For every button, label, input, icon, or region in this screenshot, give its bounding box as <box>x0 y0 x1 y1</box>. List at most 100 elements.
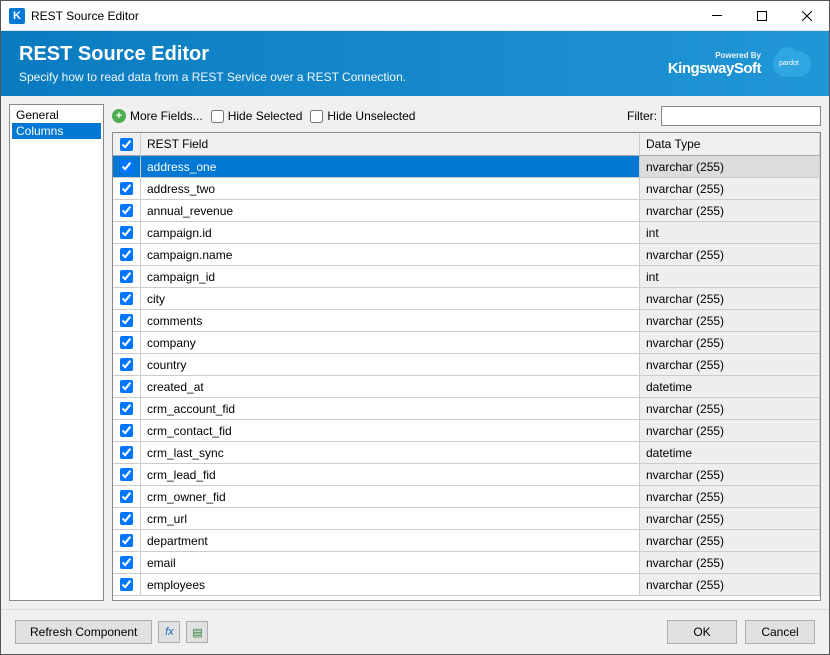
table-row[interactable]: departmentnvarchar (255) <box>113 530 820 552</box>
table-row[interactable]: crm_account_fidnvarchar (255) <box>113 398 820 420</box>
row-check-cell[interactable] <box>113 574 141 595</box>
row-check-cell[interactable] <box>113 376 141 397</box>
table-row[interactable]: address_twonvarchar (255) <box>113 178 820 200</box>
column-header-field[interactable]: REST Field <box>141 133 640 155</box>
row-checkbox[interactable] <box>120 380 133 393</box>
row-type-cell[interactable]: nvarchar (255) <box>640 156 820 177</box>
row-checkbox[interactable] <box>120 226 133 239</box>
row-type-cell[interactable]: nvarchar (255) <box>640 332 820 353</box>
row-field-cell[interactable]: address_two <box>141 178 640 199</box>
table-row[interactable]: crm_last_syncdatetime <box>113 442 820 464</box>
table-row[interactable]: annual_revenuenvarchar (255) <box>113 200 820 222</box>
hide-selected-input[interactable] <box>211 110 224 123</box>
documentation-button[interactable]: ▤ <box>186 621 208 643</box>
minimize-button[interactable] <box>694 1 739 31</box>
hide-selected-checkbox[interactable]: Hide Selected <box>211 109 303 123</box>
row-type-cell[interactable]: nvarchar (255) <box>640 200 820 221</box>
close-button[interactable] <box>784 1 829 31</box>
row-check-cell[interactable] <box>113 222 141 243</box>
row-checkbox[interactable] <box>120 160 133 173</box>
row-checkbox[interactable] <box>120 446 133 459</box>
table-row[interactable]: campaign.idint <box>113 222 820 244</box>
table-row[interactable]: companynvarchar (255) <box>113 332 820 354</box>
row-checkbox[interactable] <box>120 556 133 569</box>
row-check-cell[interactable] <box>113 420 141 441</box>
row-checkbox[interactable] <box>120 314 133 327</box>
row-field-cell[interactable]: crm_lead_fid <box>141 464 640 485</box>
row-checkbox[interactable] <box>120 424 133 437</box>
row-checkbox[interactable] <box>120 204 133 217</box>
row-check-cell[interactable] <box>113 354 141 375</box>
row-checkbox[interactable] <box>120 270 133 283</box>
row-type-cell[interactable]: nvarchar (255) <box>640 310 820 331</box>
row-checkbox[interactable] <box>120 534 133 547</box>
row-check-cell[interactable] <box>113 178 141 199</box>
table-row[interactable]: crm_contact_fidnvarchar (255) <box>113 420 820 442</box>
row-field-cell[interactable]: email <box>141 552 640 573</box>
row-type-cell[interactable]: nvarchar (255) <box>640 244 820 265</box>
select-all-checkbox[interactable] <box>120 138 133 151</box>
row-type-cell[interactable]: nvarchar (255) <box>640 354 820 375</box>
row-type-cell[interactable]: nvarchar (255) <box>640 420 820 441</box>
row-field-cell[interactable]: crm_url <box>141 508 640 529</box>
cancel-button[interactable]: Cancel <box>745 620 815 644</box>
row-checkbox[interactable] <box>120 490 133 503</box>
row-type-cell[interactable]: nvarchar (255) <box>640 552 820 573</box>
table-row[interactable]: emailnvarchar (255) <box>113 552 820 574</box>
sidebar-item-general[interactable]: General <box>12 107 101 123</box>
table-row[interactable]: crm_urlnvarchar (255) <box>113 508 820 530</box>
row-field-cell[interactable]: campaign.name <box>141 244 640 265</box>
row-check-cell[interactable] <box>113 310 141 331</box>
row-type-cell[interactable]: nvarchar (255) <box>640 464 820 485</box>
maximize-button[interactable] <box>739 1 784 31</box>
row-field-cell[interactable]: crm_owner_fid <box>141 486 640 507</box>
row-field-cell[interactable]: comments <box>141 310 640 331</box>
table-row[interactable]: campaign_idint <box>113 266 820 288</box>
table-row[interactable]: commentsnvarchar (255) <box>113 310 820 332</box>
row-check-cell[interactable] <box>113 464 141 485</box>
table-row[interactable]: address_onenvarchar (255) <box>113 156 820 178</box>
row-type-cell[interactable]: int <box>640 222 820 243</box>
column-header-type[interactable]: Data Type <box>640 133 820 155</box>
row-field-cell[interactable]: city <box>141 288 640 309</box>
row-checkbox[interactable] <box>120 358 133 371</box>
row-check-cell[interactable] <box>113 332 141 353</box>
table-row[interactable]: created_atdatetime <box>113 376 820 398</box>
table-row[interactable]: countrynvarchar (255) <box>113 354 820 376</box>
row-field-cell[interactable]: crm_last_sync <box>141 442 640 463</box>
row-type-cell[interactable]: nvarchar (255) <box>640 288 820 309</box>
row-checkbox[interactable] <box>120 512 133 525</box>
table-row[interactable]: crm_lead_fidnvarchar (255) <box>113 464 820 486</box>
table-row[interactable]: citynvarchar (255) <box>113 288 820 310</box>
row-type-cell[interactable]: datetime <box>640 376 820 397</box>
table-row[interactable]: crm_owner_fidnvarchar (255) <box>113 486 820 508</box>
table-row[interactable]: campaign.namenvarchar (255) <box>113 244 820 266</box>
row-field-cell[interactable]: crm_contact_fid <box>141 420 640 441</box>
row-type-cell[interactable]: nvarchar (255) <box>640 398 820 419</box>
row-check-cell[interactable] <box>113 200 141 221</box>
row-check-cell[interactable] <box>113 244 141 265</box>
row-type-cell[interactable]: datetime <box>640 442 820 463</box>
row-checkbox[interactable] <box>120 292 133 305</box>
row-field-cell[interactable]: department <box>141 530 640 551</box>
ok-button[interactable]: OK <box>667 620 737 644</box>
more-fields-button[interactable]: + More Fields... <box>112 109 203 123</box>
row-checkbox[interactable] <box>120 248 133 261</box>
row-type-cell[interactable]: nvarchar (255) <box>640 486 820 507</box>
row-check-cell[interactable] <box>113 398 141 419</box>
row-checkbox[interactable] <box>120 402 133 415</box>
refresh-component-button[interactable]: Refresh Component <box>15 620 152 644</box>
row-type-cell[interactable]: nvarchar (255) <box>640 574 820 595</box>
row-field-cell[interactable]: crm_account_fid <box>141 398 640 419</box>
data-grid[interactable]: REST FieldData Typeaddress_onenvarchar (… <box>113 133 820 600</box>
row-check-cell[interactable] <box>113 530 141 551</box>
filter-input[interactable] <box>661 106 821 126</box>
row-checkbox[interactable] <box>120 182 133 195</box>
row-check-cell[interactable] <box>113 486 141 507</box>
sidebar-item-columns[interactable]: Columns <box>12 123 101 139</box>
row-field-cell[interactable]: company <box>141 332 640 353</box>
expression-button[interactable]: fx <box>158 621 180 643</box>
row-check-cell[interactable] <box>113 552 141 573</box>
select-all-cell[interactable] <box>113 133 141 155</box>
row-field-cell[interactable]: created_at <box>141 376 640 397</box>
